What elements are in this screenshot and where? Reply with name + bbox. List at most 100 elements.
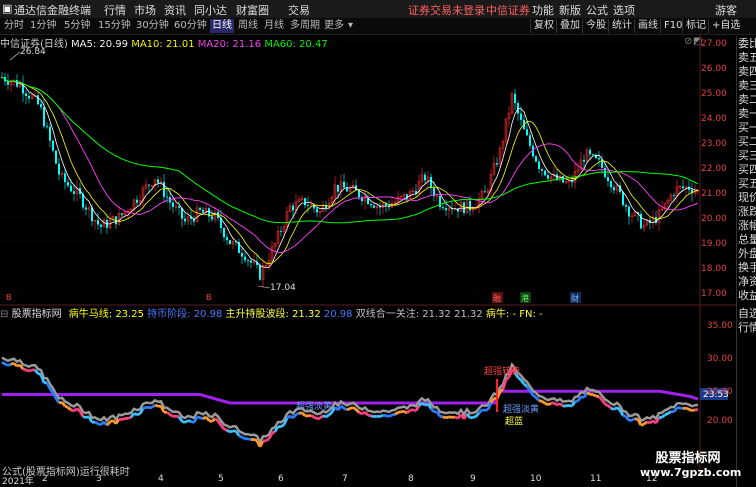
menu-news[interactable]: 资讯 — [164, 2, 186, 18]
wave-line — [196, 415, 201, 419]
candle-body — [100, 224, 102, 227]
wave-line — [94, 420, 99, 426]
wave-line — [379, 413, 384, 418]
period-60min[interactable]: 60分钟 — [172, 19, 209, 33]
candle-body — [304, 198, 306, 206]
moving-averages — [1, 76, 699, 268]
period-intraday[interactable]: 分时 — [2, 19, 26, 33]
period-multi[interactable]: 多周期 — [288, 19, 322, 33]
adjust-button[interactable]: 复权 — [530, 19, 557, 33]
chevron-down-icon[interactable]: ▾ — [346, 19, 355, 33]
indicator-line4: 20.98 — [323, 309, 353, 320]
wave-line — [219, 424, 226, 430]
wave-line — [223, 427, 228, 432]
candle-body — [64, 173, 66, 183]
candle-body — [199, 207, 201, 210]
candle-body — [484, 191, 486, 193]
quotes-tab[interactable]: 行情 — [738, 321, 756, 334]
candle-body — [520, 113, 522, 120]
wave-line — [367, 413, 372, 418]
period-1min[interactable]: 1分钟 — [28, 19, 58, 33]
trade-status[interactable]: 证券交易未登录 — [408, 2, 485, 18]
date-tick: 5 — [218, 474, 224, 484]
wave-line — [445, 415, 450, 420]
candle-body — [247, 260, 249, 262]
candle-body — [439, 195, 441, 208]
wave-line — [532, 394, 537, 399]
wave-line — [631, 417, 636, 422]
wave-line — [352, 406, 357, 411]
today-button[interactable]: 今股 — [582, 19, 609, 33]
overlay-button[interactable]: 叠加 — [556, 19, 583, 33]
wave-line — [129, 412, 136, 419]
menu-quotes[interactable]: 行情 — [104, 2, 126, 18]
wave-line — [622, 414, 627, 418]
wave-line — [388, 413, 393, 418]
watchlist-tab[interactable]: 自选 — [738, 307, 756, 320]
menu-formula[interactable]: 公式 — [586, 2, 608, 18]
stats-button[interactable]: 统计 — [608, 19, 635, 33]
candle-body — [673, 195, 675, 197]
period-weekly[interactable]: 周线 — [236, 19, 260, 33]
period-5min[interactable]: 5分钟 — [62, 19, 92, 33]
chart-canvas[interactable]: 26.84 17.04 B B 融 港 财 超强转势 超强淡黄 超强淡黄 超蓝 … — [0, 34, 736, 474]
mark-button[interactable]: 标记 — [682, 19, 709, 33]
candle-body — [28, 95, 30, 99]
wave-line — [534, 396, 541, 402]
candle-body — [442, 207, 444, 209]
wave-line — [142, 405, 147, 410]
quote-label: 卖四 — [738, 65, 756, 78]
period-30min[interactable]: 30分钟 — [134, 19, 171, 33]
menu-market[interactable]: 市场 — [134, 2, 156, 18]
period-monthly[interactable]: 月线 — [262, 19, 286, 33]
wave-line — [253, 438, 258, 442]
menu-wealth[interactable]: 财富圈 — [236, 2, 269, 18]
candle-body — [49, 126, 51, 141]
wave-line — [429, 407, 436, 413]
candle-body — [535, 156, 537, 162]
wave-line — [298, 411, 303, 415]
wave-line — [280, 423, 285, 428]
candle-body — [583, 159, 585, 162]
candle-body — [73, 191, 75, 194]
period-more[interactable]: 更多 — [322, 19, 346, 33]
candle-body — [157, 179, 159, 183]
quote-label: 买一 — [738, 121, 756, 134]
period-daily[interactable]: 日线 — [210, 19, 234, 33]
menu-function[interactable]: 功能 — [532, 2, 554, 18]
wave-line — [346, 407, 351, 412]
wave-line — [166, 411, 171, 416]
candle-body — [547, 175, 549, 179]
candle-body — [430, 176, 432, 189]
menu-newversion[interactable]: 新版 — [559, 2, 581, 18]
quote-label: 涨幅 — [738, 219, 756, 232]
buy-mark: B — [206, 293, 212, 302]
candle-body — [172, 202, 174, 208]
indicator-name[interactable]: 股票指标网 — [12, 309, 62, 320]
wave-line — [169, 413, 174, 418]
candle-body — [292, 205, 294, 211]
wave-line — [474, 412, 481, 418]
collapse-icon[interactable]: ⊟ — [0, 309, 8, 320]
wave-line — [118, 417, 123, 422]
menu-assistant[interactable]: 同小达 — [194, 2, 227, 18]
candle-body — [226, 237, 228, 241]
wave-line — [385, 414, 390, 418]
add-watchlist-button[interactable]: +自选 — [708, 19, 743, 33]
draw-button[interactable]: 画线 — [634, 19, 661, 33]
price-axis: 27.00 26.00 25.00 24.00 23.00 22.00 21.0… — [701, 37, 735, 304]
wave-line — [547, 402, 552, 406]
candle-body — [184, 218, 186, 222]
period-15min[interactable]: 15分钟 — [96, 19, 133, 33]
watermark: 股票指标网 www.7gpzb.com — [640, 447, 741, 487]
candle-body — [526, 129, 528, 136]
wave-line — [363, 411, 370, 417]
menu-guest[interactable]: 游客 — [715, 2, 737, 18]
wave-line — [484, 408, 489, 412]
quote-panel: 委比 卖五 卖四 卖三 卖二 卖一 买一 买二 买三 买四 买五 现价 涨跌 涨… — [736, 36, 756, 487]
wave-line — [127, 416, 132, 420]
menu-trade[interactable]: 交易 — [288, 2, 310, 18]
menu-options[interactable]: 选项 — [613, 2, 635, 18]
candle-body — [613, 187, 615, 191]
wave-line — [640, 422, 645, 427]
